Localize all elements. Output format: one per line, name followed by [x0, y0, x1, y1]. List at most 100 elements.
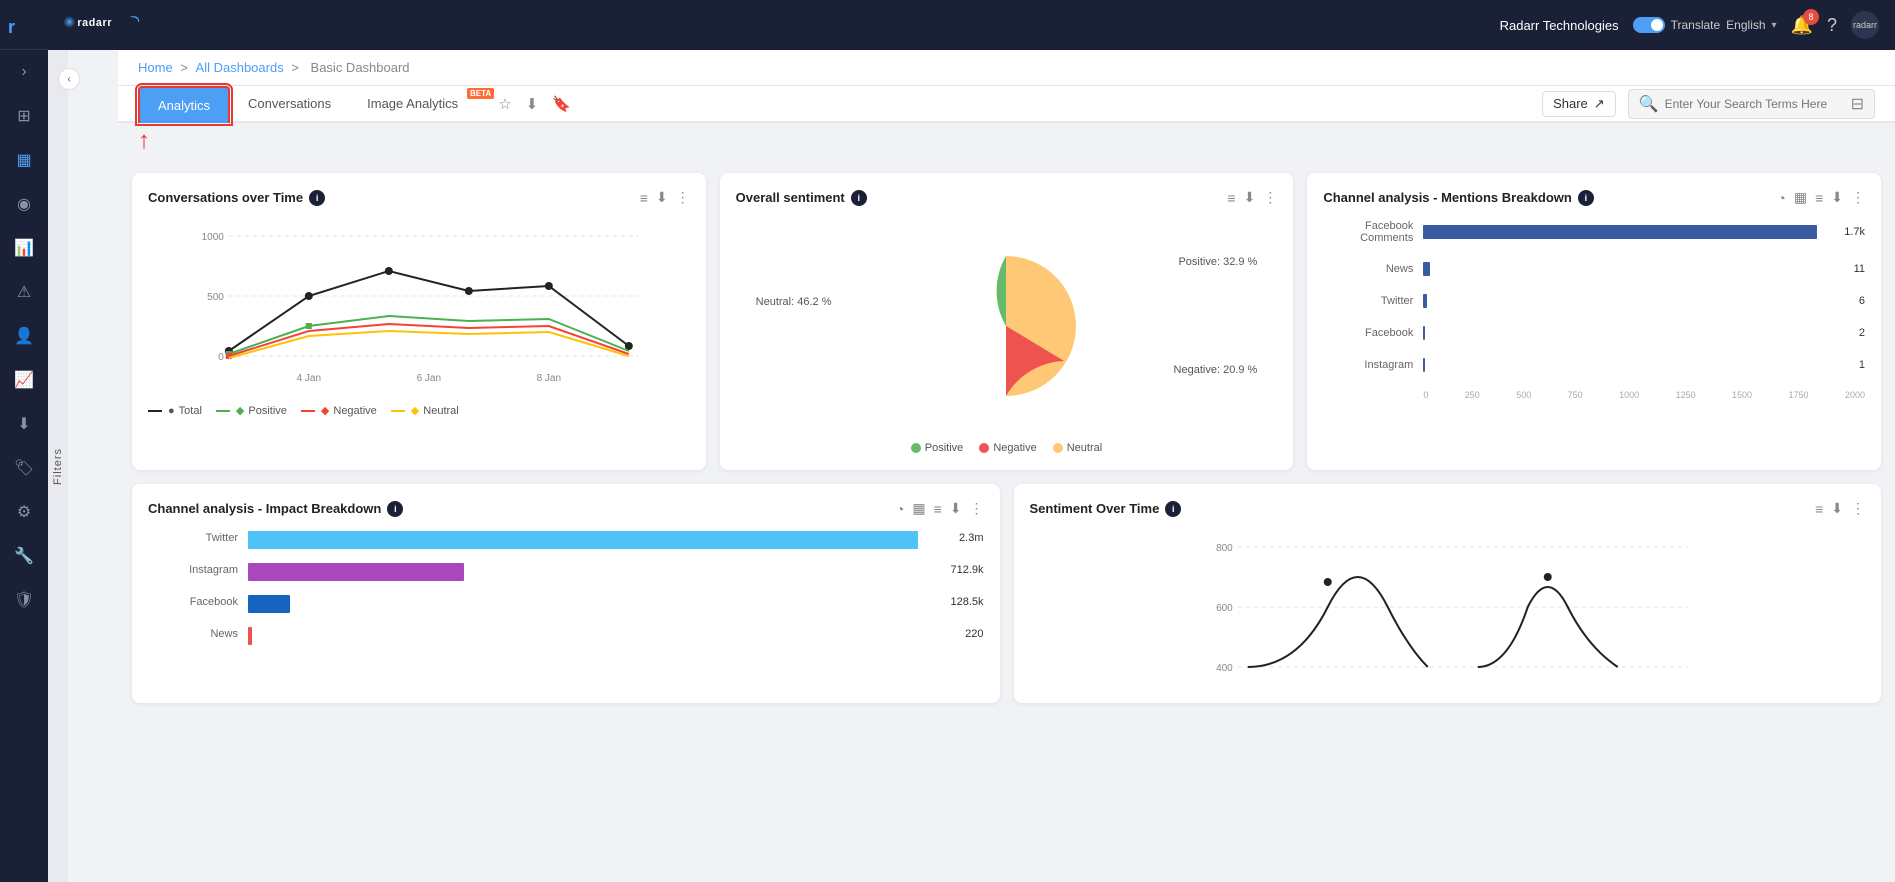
legend-negative: ◆ Negative [301, 404, 377, 417]
svg-text:4 Jan: 4 Jan [297, 373, 321, 384]
impact-chart-card: Channel analysis - Impact Breakdown i ◔ … [132, 484, 1000, 703]
sentiment-over-time-more-icon[interactable]: ⋮ [1851, 500, 1865, 517]
mentions-x-axis: 025050075010001250150017502000 [1323, 390, 1865, 400]
bar-fill-twitter [1423, 294, 1426, 308]
download-icon[interactable]: ⬇ [526, 95, 539, 113]
tab-analytics-label: Analytics [158, 98, 210, 113]
bar-fill-facebook [1423, 326, 1425, 340]
conversations-chart-title: Conversations over Time i [148, 190, 325, 206]
mentions-chart-title: Channel analysis - Mentions Breakdown i [1323, 190, 1594, 206]
main-wrapper: Filters ‹ Home > All Dashboards > Basic … [96, 50, 1895, 882]
pie-svg [926, 246, 1086, 406]
language-chevron[interactable]: ▾ [1772, 20, 1777, 31]
sidebar-dashboard-icon[interactable]: ⊞ [2, 96, 46, 136]
sentiment-over-time-title-text: Sentiment Over Time [1030, 501, 1160, 516]
impact-list-icon[interactable]: ≡ [934, 501, 942, 517]
conversations-info-icon[interactable]: i [309, 190, 325, 206]
conversations-title-text: Conversations over Time [148, 190, 303, 205]
sentiment-over-time-list-icon[interactable]: ≡ [1815, 501, 1823, 517]
impact-pie-icon[interactable]: ◔ [896, 501, 904, 517]
legend-negative-line [301, 410, 315, 412]
mentions-chart-actions: ◔ ▦ ≡ ⬇ ⋮ [1777, 189, 1865, 206]
impact-bars: Twitter 2.3m Instagram 712.9k [148, 527, 984, 641]
conversations-download-icon[interactable]: ⬇ [656, 189, 668, 206]
sentiment-over-time-title: Sentiment Over Time i [1030, 501, 1182, 517]
help-icon[interactable]: ? [1827, 15, 1837, 36]
mentions-info-icon[interactable]: i [1578, 190, 1594, 206]
impact-chart-header: Channel analysis - Impact Breakdown i ◔ … [148, 500, 984, 517]
sentiment-over-time-card: Sentiment Over Time i ≡ ⬇ ⋮ [1014, 484, 1882, 703]
breadcrumb-bar: Home > All Dashboards > Basic Dashboard [118, 50, 1895, 86]
share-label: Share [1553, 96, 1588, 111]
sentiment-download-icon[interactable]: ⬇ [1244, 189, 1256, 206]
mentions-download-icon[interactable]: ⬇ [1831, 189, 1843, 206]
impact-bar-icon[interactable]: ▦ [912, 500, 925, 517]
sidebar-tag-icon[interactable]: 🏷 [2, 448, 46, 488]
sidebar-alert-icon[interactable]: ⚠ [2, 272, 46, 312]
breadcrumb-all-dashboards[interactable]: All Dashboards [196, 60, 284, 75]
sidebar-config-icon[interactable]: 🔧 [2, 536, 46, 576]
sidebar-chart-icon[interactable]: 📊 [2, 228, 46, 268]
legend-total-line [148, 410, 162, 412]
conversations-chart-card: Conversations over Time i ≡ ⬇ ⋮ [132, 173, 706, 470]
breadcrumb: Home > All Dashboards > Basic Dashboard [138, 60, 414, 75]
navbar-left: radarr [64, 8, 144, 42]
sidebar-expand-icon[interactable]: › [2, 52, 46, 92]
search-box[interactable]: 🔍 ⊟ [1628, 89, 1875, 119]
mentions-more-icon[interactable]: ⋮ [1851, 189, 1865, 206]
sidebar-download-icon[interactable]: ⬇ [2, 404, 46, 444]
bar-fill-news-impact [248, 627, 252, 645]
conversations-chart-actions: ≡ ⬇ ⋮ [640, 189, 690, 206]
svg-text:500: 500 [207, 292, 224, 303]
impact-more-icon[interactable]: ⋮ [970, 500, 984, 517]
legend-positive: ◆ Positive [216, 404, 287, 417]
sentiment-over-time-info-icon[interactable]: i [1165, 501, 1181, 517]
search-input[interactable] [1665, 97, 1845, 111]
language-selector[interactable]: English [1726, 18, 1765, 32]
mentions-bar-icon[interactable]: ▦ [1794, 189, 1807, 206]
sidebar-stats-icon[interactable]: 📈 [2, 360, 46, 400]
translate-toggle[interactable] [1633, 17, 1665, 33]
tabs-row: Analytics Conversations Image Analytics … [138, 86, 571, 121]
sidebar-shield-icon[interactable]: 🛡 [2, 580, 46, 620]
pie-legend: Positive Negative Neutral [736, 442, 1278, 454]
impact-download-icon[interactable]: ⬇ [950, 500, 962, 517]
bar-twitter: Twitter 6 [1323, 294, 1865, 308]
bar-news: News 11 [1323, 262, 1865, 276]
conversations-more-icon[interactable]: ⋮ [676, 189, 690, 206]
sidebar-people-icon[interactable]: 👤 [2, 316, 46, 356]
filter-funnel-icon[interactable]: ⊟ [1851, 94, 1864, 114]
sentiment-filter-icon[interactable]: ≡ [1227, 190, 1235, 206]
neutral-label: Neutral: 46.2 % [756, 296, 832, 308]
tab-analytics[interactable]: Analytics [138, 86, 230, 123]
sidebar-grid-icon[interactable]: ▦ [2, 140, 46, 180]
radarr-logo-icon: r [8, 11, 40, 39]
bar-fill-news [1423, 262, 1429, 276]
sentiment-info-icon[interactable]: i [851, 190, 867, 206]
mentions-list-icon[interactable]: ≡ [1815, 190, 1823, 206]
notification-badge: 8 [1803, 9, 1819, 25]
breadcrumb-home[interactable]: Home [138, 60, 173, 75]
notification-bell[interactable]: 🔔 8 [1791, 15, 1813, 36]
impact-info-icon[interactable]: i [387, 501, 403, 517]
sentiment-more-icon[interactable]: ⋮ [1263, 189, 1277, 206]
sidebar-settings-icon[interactable]: ⚙ [2, 492, 46, 532]
sidebar-circle-icon[interactable]: ◉ [2, 184, 46, 224]
sentiment-over-time-download-icon[interactable]: ⬇ [1831, 500, 1843, 517]
tab-conversations[interactable]: Conversations [230, 86, 349, 123]
mentions-pie-icon[interactable]: ◔ [1777, 190, 1785, 206]
legend-neutral: ◆ Neutral [391, 404, 459, 417]
conversations-filter-icon[interactable]: ≡ [640, 190, 648, 206]
navbar: radarr Radarr Technologies Translate Eng… [48, 0, 1895, 50]
bar-facebook: Facebook 2 [1323, 326, 1865, 340]
share-button[interactable]: Share ↗ [1542, 91, 1616, 117]
bar-instagram-impact: Instagram 712.9k [148, 563, 984, 577]
positive-label: Positive: 32.9 % [1178, 256, 1257, 268]
user-avatar[interactable]: radarr [1851, 11, 1879, 39]
radarr-wordmark: radarr [64, 8, 144, 36]
svg-text:600: 600 [1216, 603, 1233, 614]
tab-image-analytics-label: Image Analytics [367, 96, 458, 111]
star-icon[interactable]: ☆ [498, 95, 511, 113]
bookmark-icon[interactable]: 🔖 [552, 95, 571, 113]
tab-image-analytics[interactable]: Image Analytics BETA [349, 86, 498, 123]
